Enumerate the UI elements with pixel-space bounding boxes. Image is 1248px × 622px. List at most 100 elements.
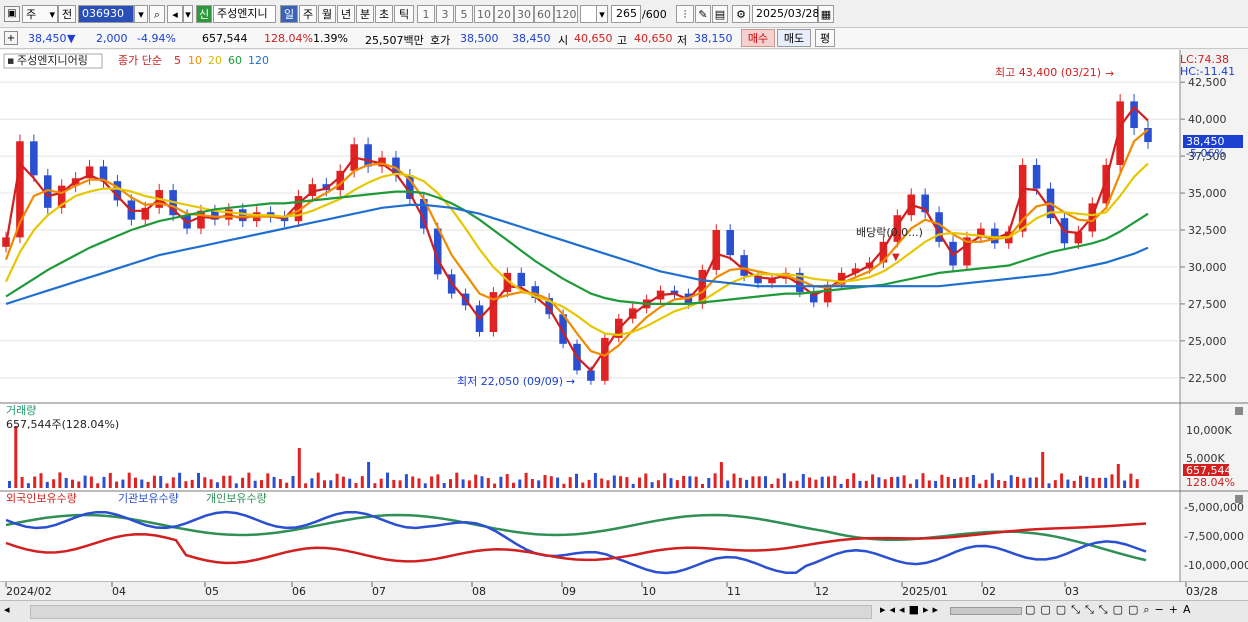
volume-bar [278,479,282,488]
y-tick-label: 35,000 [1188,187,1227,200]
minute-20-button[interactable]: 20 [494,5,514,23]
stock-chart[interactable]: 42,50040,00037,50035,00032,50030,00027,5… [0,50,1248,600]
calendar-icon[interactable]: ▦ [818,5,834,23]
volume-bar [404,474,408,488]
chart-scrollbar[interactable]: ◂ ▸◂◂■▸▸ ▢▢▢⤡⤡⤡▢▢⌕−+A [0,600,1248,622]
minute-120-button[interactable]: 120 [554,5,578,23]
x-tick-label: 07 [372,585,386,598]
top-toolbar: ▣ 주 ▾ 전 036930 ▾ ⌕ ◂ ▾ 신 주성엔지니 일 주 월 년 분 … [0,0,1248,28]
holder-axis-7_5m: -7,500,000 [1184,530,1244,543]
volume-bar [713,473,717,488]
volume-bar [688,476,692,488]
volume-bar [89,476,93,488]
volume-bar [140,479,144,488]
volume-bar [127,472,131,488]
hc-label: HC:-11.41 [1180,65,1235,78]
x-tick-label: 10 [642,585,656,598]
minute-5-button[interactable]: 5 [455,5,473,23]
volume-bar [1047,483,1051,488]
low-arrow-icon: → [566,375,575,388]
tool-icons[interactable]: ▢▢▢⤡⤡⤡▢▢⌕−+A [1025,603,1195,617]
volume-bar [45,481,49,488]
x-tick-label: 2025/01 [902,585,948,598]
volume-bar [310,478,314,488]
volume-bar [675,480,679,488]
search-icon[interactable]: ⌕ [149,5,165,23]
quote-turnover: 1.39% [313,32,348,45]
code-input[interactable]: 036930 [78,5,134,23]
volume-bar [52,479,56,488]
pen-icon[interactable]: ✎ [695,5,711,23]
dividend-annotation: 배당락(0.0...) [856,226,923,239]
prev-button[interactable]: 전 [58,5,76,23]
volume-bar [644,473,648,488]
open-label: 시 [558,34,569,47]
minute-60-button[interactable]: 60 [534,5,554,23]
volume-bar [864,480,868,488]
volume-bar [883,479,887,488]
playback-icons[interactable]: ▸◂◂■▸▸ [880,603,942,616]
layout-icon[interactable]: ▣ [4,6,20,22]
volume-bar [190,479,194,488]
tab-period-month[interactable]: 월 [318,5,336,23]
volume-bar [908,483,912,488]
volume-bar [1016,476,1019,488]
panel-close-icon[interactable] [1235,495,1243,503]
chart-area[interactable]: 42,500 40,000 37,500 35,000 32,500 30,000 27,5… [0,50,1248,600]
zoom-slider[interactable] [950,607,1022,615]
gear-icon[interactable]: ⚙ [732,5,750,23]
quote-change-pct: -4.94% [137,32,176,45]
volume-bar [782,473,786,488]
tab-period-second[interactable]: 초 [375,5,393,23]
quote-vol-ratio: 128.04% [264,32,313,45]
sell-button[interactable]: 매도 [777,29,811,47]
count-input[interactable]: 265 [611,5,641,23]
volume-bar [108,472,112,488]
chevron-down-icon[interactable]: ▾ [183,5,193,23]
speaker-icon[interactable]: ◂ [167,5,183,23]
chevron-down-icon[interactable]: ▾ [596,5,608,23]
tab-period-year[interactable]: 년 [337,5,355,23]
volume-bar [1085,476,1089,488]
volume-bar [266,473,270,488]
tab-period-minute[interactable]: 분 [356,5,374,23]
volume-bar [600,478,604,488]
date-input[interactable]: 2025/03/28 [752,5,819,23]
minute-3-button[interactable]: 3 [436,5,454,23]
volume-bar [474,474,478,488]
scroll-track[interactable] [30,605,872,619]
quote-bid: 38,450 [512,32,551,45]
legend-title: 주성엔지니어링 [17,54,88,67]
quote-ask: 38,500 [460,32,499,45]
minute-10-button[interactable]: 10 [474,5,494,23]
avg-button[interactable]: 평 [815,29,835,47]
holder-axis-5m: -5,000,000 [1184,501,1244,514]
code-dropdown[interactable]: ▾ [134,5,148,23]
tab-period-week[interactable]: 주 [299,5,317,23]
volume-bar [902,475,906,488]
expand-icon[interactable]: + [4,31,18,45]
candle-icon[interactable]: ⫶ [676,5,694,23]
volume-bar [562,483,566,488]
volume-bar [581,482,585,488]
scroll-left-icon[interactable]: ◂ [4,603,10,616]
volume-bar [896,476,900,488]
minute-30-button[interactable]: 30 [514,5,534,23]
save-icon[interactable]: ▤ [712,5,728,23]
current-price-pct: -5.06% [1186,147,1225,160]
tab-period-tick[interactable]: 틱 [394,5,414,23]
candle-body [1032,164,1041,189]
volume-bar [1060,473,1064,488]
tab-period-day[interactable]: 일 [280,5,298,23]
minute-1-button[interactable]: 1 [417,5,435,23]
low-annotation: 최저 22,050 (09/09) [457,375,563,388]
market-select[interactable]: 주 ▾ [22,5,58,23]
y-tick-label: 22,500 [1188,372,1227,385]
legend-ma-120: 120 [248,54,269,67]
volume-bar [455,472,459,488]
volume-axis-10000k: 10,000K [1186,424,1232,437]
volume-bar [764,476,767,488]
panel-close-icon[interactable] [1235,407,1243,415]
buy-button[interactable]: 매수 [741,29,775,47]
volume-bar [367,462,371,488]
